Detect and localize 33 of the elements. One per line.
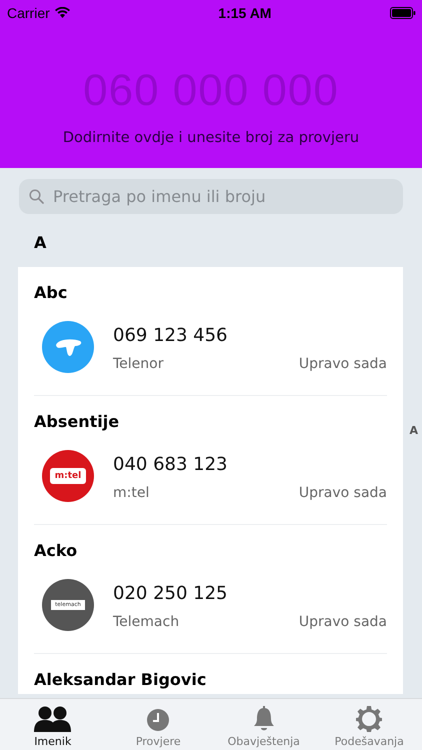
operator-name: m:tel <box>113 484 150 500</box>
carrier-label: Carrier <box>7 4 50 20</box>
contact-name: Acko <box>34 541 78 562</box>
contact-name: Abc <box>34 283 68 304</box>
people-icon <box>34 706 72 732</box>
index-letter[interactable]: A <box>409 424 418 437</box>
operator-logo: m:tel <box>42 450 94 502</box>
check-time: Upravo sada <box>298 484 387 500</box>
contact-row[interactable]: m:tel 040 683 123 m:tel Upravo sada <box>34 436 387 524</box>
operator-name: Telemach <box>113 614 180 630</box>
clock-icon <box>146 708 170 732</box>
tab-item[interactable]: Podešavanja <box>316 699 422 750</box>
settings-icon <box>356 706 382 732</box>
phone-number: 020 250 125 <box>113 582 229 604</box>
tab-item[interactable]: Imenik <box>0 699 106 750</box>
hint-text: Dodirnite ovdje i unesite broj za provjeru <box>62 130 360 146</box>
check-time: Upravo sada <box>298 356 387 372</box>
clock-time: 1:15 AM <box>218 4 272 20</box>
operator-name: Telenor <box>113 356 164 372</box>
contact-name: Aleksandar Bigovic <box>34 670 208 691</box>
battery-icon <box>390 6 416 18</box>
bell-icon <box>252 706 275 732</box>
contact-row[interactable]: 069 123 456 Telenor Upravo sada <box>34 307 387 395</box>
phone-number: 040 683 123 <box>113 454 229 474</box>
section-header: A <box>34 233 48 254</box>
tab-item[interactable]: Provjere <box>106 699 211 750</box>
operator-logo-icon <box>42 321 94 373</box>
check-time: Upravo sada <box>298 614 387 630</box>
wifi-icon <box>54 7 70 18</box>
search-field[interactable]: Pretraga po imenu ili broju <box>19 179 403 214</box>
tab-item[interactable]: Obavještenja <box>211 699 316 750</box>
contact-name: Absentije <box>34 412 120 433</box>
phone-number: 069 123 456 <box>113 324 229 346</box>
